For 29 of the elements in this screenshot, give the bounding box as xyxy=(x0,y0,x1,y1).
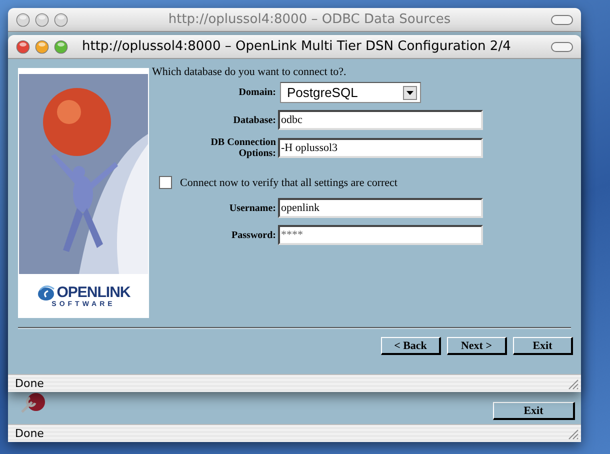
toolbar-toggle-button[interactable] xyxy=(551,42,573,52)
exit-button[interactable]: Exit xyxy=(493,402,575,420)
field-label: DB Connection Options: xyxy=(210,137,276,159)
exit-button[interactable]: Exit xyxy=(513,337,573,355)
input-field[interactable]: odbc xyxy=(278,110,483,130)
checkbox-label: Connect now to verify that all settings are correct xyxy=(180,176,398,188)
resize-grip-icon[interactable] xyxy=(567,428,579,440)
dropdown[interactable]: PostgreSQL xyxy=(280,82,421,103)
password-field[interactable]: **** xyxy=(278,225,483,245)
minimize-button[interactable] xyxy=(35,40,49,54)
status-text: Done xyxy=(15,427,44,440)
prompt-text: Which database do you want to connect to?. xyxy=(152,66,348,78)
back-button[interactable]: < Back xyxy=(381,337,441,355)
close-button[interactable] xyxy=(16,40,30,54)
input-field[interactable]: -H oplussol3 xyxy=(278,138,483,158)
next-button[interactable]: Next > xyxy=(447,337,507,355)
field-label: Database: xyxy=(232,114,276,126)
logo-text: OPENLINK xyxy=(56,284,130,301)
field-label: Domain: xyxy=(238,87,276,98)
zoom-button[interactable] xyxy=(54,40,68,54)
input-field[interactable]: openlink xyxy=(278,198,483,218)
resize-grip-icon[interactable] xyxy=(567,378,579,390)
field-label: Username: xyxy=(228,202,276,214)
checkbox[interactable] xyxy=(159,176,172,189)
status-text: Done xyxy=(15,377,44,390)
logo-icon xyxy=(36,284,55,300)
window-title: http://oplussol4:8000 – OpenLink Multi Tier DSN Configuration 2/4 xyxy=(81,39,512,54)
field-label: Password: xyxy=(230,230,276,240)
window-title: http://oplussol4:8000 – ODBC Data Sources xyxy=(167,12,452,27)
